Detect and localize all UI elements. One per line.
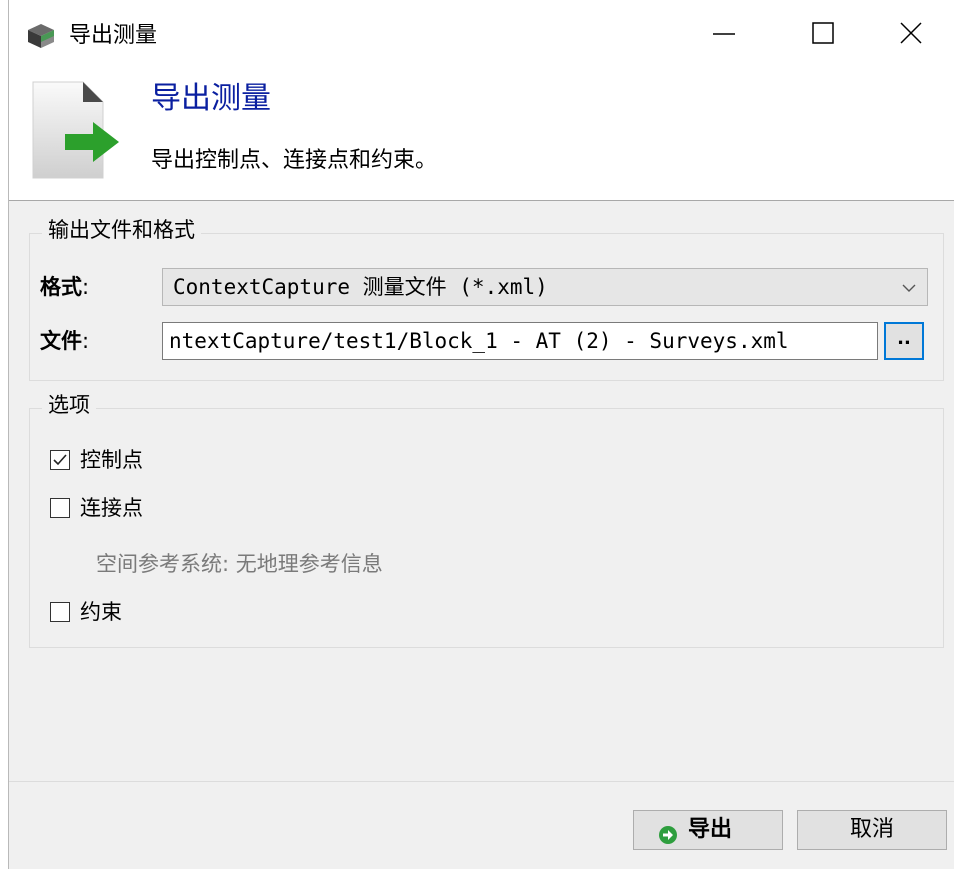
- app-cube-icon: [27, 23, 55, 49]
- close-button[interactable]: [892, 14, 932, 54]
- export-arrow-icon: [658, 820, 678, 844]
- file-label-text: 文件: [40, 329, 82, 353]
- checkmark-icon: [53, 454, 67, 466]
- chevron-down-icon: [901, 280, 917, 296]
- control-points-checkbox[interactable]: [50, 450, 70, 470]
- title-bar[interactable]: 导出测量: [9, 0, 954, 70]
- export-button-label: 导出: [688, 817, 733, 842]
- header-subtitle: 导出控制点、连接点和约束。: [151, 148, 438, 173]
- document-export-icon: [21, 80, 131, 185]
- group-title-output: 输出文件和格式: [42, 216, 201, 244]
- dialog-content: 输出文件和格式 格式: ContextCapture 测量文件 (*.xml) …: [9, 200, 954, 782]
- control-points-label[interactable]: 控制点: [80, 445, 143, 475]
- group-title-options: 选项: [42, 391, 96, 419]
- dialog-footer: 导出 取消: [9, 781, 954, 869]
- format-label-text: 格式: [40, 275, 82, 299]
- tie-points-label[interactable]: 连接点: [80, 493, 143, 523]
- dialog-header: 导出测量 导出控制点、连接点和约束。: [9, 70, 954, 200]
- export-button[interactable]: 导出: [633, 810, 783, 850]
- browse-button[interactable]: ..: [884, 322, 924, 360]
- window-title: 导出测量: [69, 23, 158, 48]
- srs-info-text: 空间参考系统: 无地理参考信息: [96, 552, 383, 576]
- maximize-button[interactable]: [804, 14, 844, 54]
- tie-points-checkbox[interactable]: [50, 498, 70, 518]
- header-title: 导出测量: [151, 81, 271, 116]
- file-path-input[interactable]: [163, 323, 877, 359]
- file-path-field[interactable]: [162, 322, 878, 360]
- output-file-format-group: 输出文件和格式 格式: ContextCapture 测量文件 (*.xml) …: [29, 216, 944, 381]
- file-label: 文件:: [40, 329, 90, 353]
- minimize-button[interactable]: [705, 14, 745, 54]
- constraints-checkbox[interactable]: [50, 602, 70, 622]
- export-survey-dialog: 导出测量 导出测量 导出控制点、连接点和约束。 输出文件和格式 格式: Cont…: [8, 0, 954, 869]
- format-select-value: ContextCapture 测量文件 (*.xml): [173, 275, 548, 299]
- options-group: 选项 控制点 连接点 空间参考系统: 无地理参考信息 约束: [29, 391, 944, 648]
- format-select[interactable]: ContextCapture 测量文件 (*.xml): [162, 268, 928, 306]
- cancel-button[interactable]: 取消: [797, 810, 947, 850]
- format-label: 格式:: [40, 275, 90, 299]
- constraints-label[interactable]: 约束: [80, 597, 122, 627]
